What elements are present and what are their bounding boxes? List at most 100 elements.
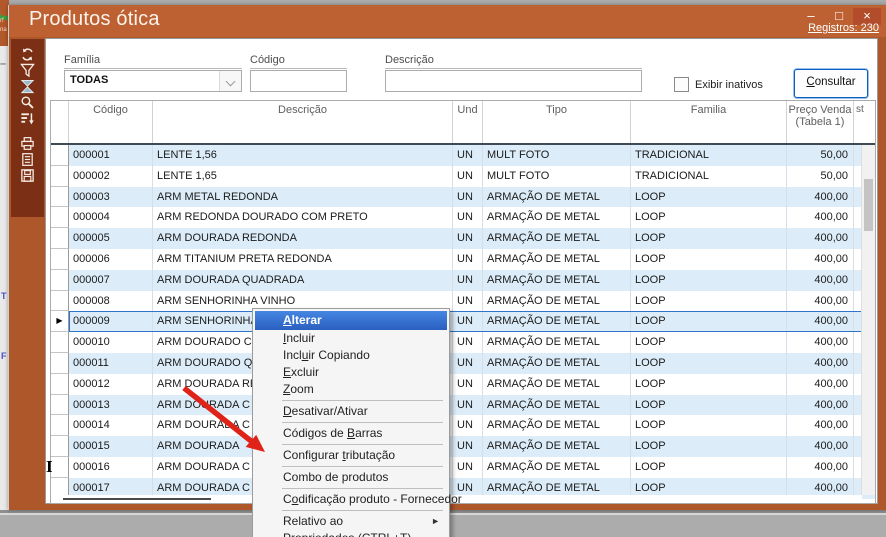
cell-und: UN <box>453 374 483 395</box>
familia-label: Família <box>64 54 242 69</box>
row-selector[interactable] <box>51 457 69 478</box>
cell-tipo: ARMAÇÃO DE METAL <box>483 374 631 395</box>
row-selector[interactable] <box>51 270 69 291</box>
table-row[interactable]: 000014ARM DOURADA C EUNARMAÇÃO DE METALL… <box>51 415 875 436</box>
table-row[interactable]: 000004ARM REDONDA DOURADO COM PRETOUNARM… <box>51 207 875 228</box>
row-selector[interactable]: ▶ <box>51 311 69 332</box>
menu-item-relativo-ao[interactable]: Relativo ao► <box>255 513 447 530</box>
cell-und: UN <box>453 291 483 312</box>
table-row[interactable]: 000010ARM DOURADO C PUNARMAÇÃO DE METALL… <box>51 332 875 353</box>
exibir-inativos-checkbox-group[interactable]: Exibir inativos <box>674 77 763 92</box>
window-title: Produtos ótica <box>29 8 160 31</box>
save-button[interactable] <box>19 168 36 183</box>
table-row[interactable]: 000002LENTE 1,65UNMULT FOTOTRADICIONAL50… <box>51 166 875 187</box>
row-selector[interactable] <box>51 436 69 457</box>
table-row[interactable]: 000016ARM DOURADA C DUNARMAÇÃO DE METALL… <box>51 457 875 478</box>
refresh-button[interactable] <box>19 47 36 62</box>
row-selector[interactable] <box>51 415 69 436</box>
checkbox-icon[interactable] <box>674 77 689 92</box>
table-row[interactable]: 000001LENTE 1,56UNMULT FOTOTRADICIONAL50… <box>51 145 875 166</box>
header-descricao[interactable]: Descrição <box>153 101 453 143</box>
menu-item-codifica-o-produto-fornecedor[interactable]: Codificação produto - Fornecedor <box>255 491 447 508</box>
descricao-input[interactable] <box>385 70 642 92</box>
familia-dropdown-button[interactable] <box>219 71 241 91</box>
consultar-button[interactable]: Consultar <box>794 69 868 98</box>
cell-preco: 400,00 <box>787 353 854 374</box>
table-row[interactable]: 000008ARM SENHORINHA VINHOUNARMAÇÃO DE M… <box>51 291 875 312</box>
table-row[interactable]: 000005ARM DOURADA REDONDAUNARMAÇÃO DE ME… <box>51 228 875 249</box>
header-partial[interactable]: st <box>854 101 864 143</box>
cell-familia: LOOP <box>631 353 787 374</box>
header-codigo[interactable]: Código <box>69 101 153 143</box>
title-bar: Produtos ótica – □ × Registros: 230 <box>9 5 886 37</box>
row-selector[interactable] <box>51 249 69 270</box>
cancel-query-button[interactable] <box>19 79 36 94</box>
codigo-label: Código <box>250 54 347 69</box>
menu-item-incluir[interactable]: Incluir <box>255 330 447 347</box>
menu-item-desativar-ativar[interactable]: Desativar/Ativar <box>255 403 447 420</box>
cell-codigo: 000006 <box>69 249 153 270</box>
zoom-button[interactable] <box>19 95 36 110</box>
vertical-scrollbar[interactable] <box>861 145 875 495</box>
menu-item-propriedades-ctrl-t[interactable]: Propriedades (CTRL+T) <box>255 530 447 537</box>
table-row[interactable]: 000007ARM DOURADA QUADRADAUNARMAÇÃO DE M… <box>51 270 875 291</box>
exibir-inativos-label: Exibir inativos <box>695 79 763 91</box>
background-minus-mark: – <box>0 58 6 70</box>
table-row[interactable]: 000011ARM DOURADO QUUNARMAÇÃO DE METALLO… <box>51 353 875 374</box>
print-button[interactable] <box>19 136 36 151</box>
cell-familia: TRADICIONAL <box>631 145 787 166</box>
cell-codigo: 000011 <box>69 353 153 374</box>
row-selector[interactable] <box>51 187 69 208</box>
table-row[interactable]: 000013ARM DOURADA C PUNARMAÇÃO DE METALL… <box>51 395 875 416</box>
cell-und: UN <box>453 187 483 208</box>
menu-item-combo-de-produtos[interactable]: Combo de produtos <box>255 469 447 486</box>
row-selector[interactable] <box>51 228 69 249</box>
table-row[interactable]: 000015ARM DOURADAUNARMAÇÃO DE METALLOOP4… <box>51 436 875 457</box>
cell-preco: 400,00 <box>787 395 854 416</box>
cell-codigo: 000005 <box>69 228 153 249</box>
vertical-scrollbar-thumb[interactable] <box>864 179 873 231</box>
codigo-input[interactable] <box>250 70 347 92</box>
menu-item-configurar-tributa-o[interactable]: Configurar tributação <box>255 447 447 464</box>
table-row[interactable]: 000003ARM METAL REDONDAUNARMAÇÃO DE META… <box>51 187 875 208</box>
cell-familia: LOOP <box>631 395 787 416</box>
filter-button[interactable] <box>19 63 36 78</box>
row-selector[interactable] <box>51 207 69 228</box>
header-preco[interactable]: Preço Venda (Tabela 1) <box>787 101 854 143</box>
familia-combobox[interactable]: TODAS <box>64 70 242 92</box>
cell-descricao: LENTE 1,56 <box>153 145 453 166</box>
report-button[interactable] <box>19 152 36 167</box>
row-selector[interactable] <box>51 145 69 166</box>
cell-tipo: ARMAÇÃO DE METAL <box>483 436 631 457</box>
cell-und: UN <box>453 311 483 332</box>
header-und[interactable]: Und <box>453 101 483 143</box>
row-selector[interactable] <box>51 291 69 312</box>
menu-item-excluir[interactable]: Excluir <box>255 364 447 381</box>
cell-codigo: 000003 <box>69 187 153 208</box>
row-selector[interactable] <box>51 166 69 187</box>
row-selector[interactable] <box>51 374 69 395</box>
table-row[interactable]: 000006ARM TITANIUM PRETA REDONDAUNARMAÇÃ… <box>51 249 875 270</box>
menu-item-incluir-copiando[interactable]: Incluir Copiando <box>255 347 447 364</box>
print-icon <box>20 136 35 151</box>
horizontal-scrollbar-thumb[interactable] <box>63 498 211 500</box>
sort-button[interactable] <box>19 111 36 126</box>
registros-link[interactable]: Registros: 230 <box>808 22 879 34</box>
menu-item-c-digos-de-barras[interactable]: Códigos de Barras <box>255 425 447 442</box>
cell-familia: LOOP <box>631 291 787 312</box>
row-selector[interactable] <box>51 353 69 374</box>
row-selector[interactable] <box>51 395 69 416</box>
cell-descricao: ARM DOURADA REDONDA <box>153 228 453 249</box>
header-selector <box>51 101 69 143</box>
menu-item-zoom[interactable]: Zoom <box>255 381 447 398</box>
menu-item-alterar[interactable]: Alterar <box>255 311 447 330</box>
header-familia[interactable]: Familia <box>631 101 787 143</box>
menu-separator <box>282 466 443 467</box>
header-tipo[interactable]: Tipo <box>483 101 631 143</box>
row-selector[interactable] <box>51 332 69 353</box>
table-row[interactable]: ▶000009ARM SENHORINHAUNARMAÇÃO DE METALL… <box>51 311 875 332</box>
cell-familia: LOOP <box>631 457 787 478</box>
table-row[interactable]: 000012ARM DOURADA REIUNARMAÇÃO DE METALL… <box>51 374 875 395</box>
menu-separator <box>282 488 443 489</box>
menu-separator <box>282 444 443 445</box>
